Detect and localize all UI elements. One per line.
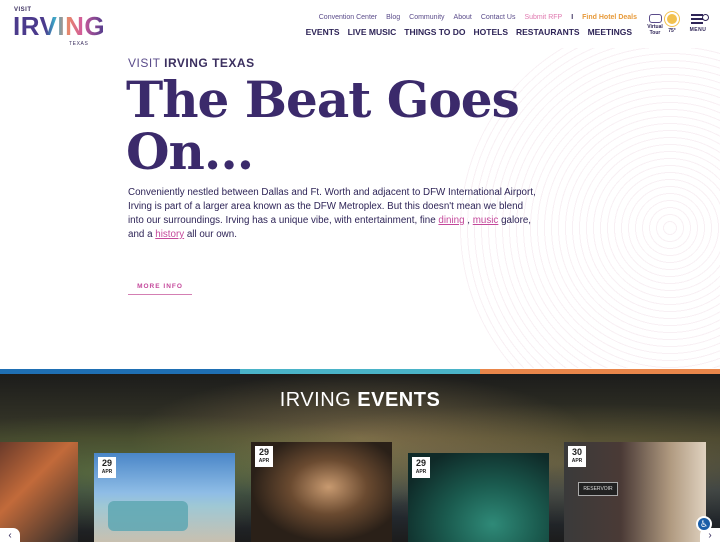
main-nav-live-music[interactable]: LIVE MUSIC xyxy=(348,27,397,37)
event-date-badge: 29 APR xyxy=(255,446,273,467)
event-date-badge: 29 APR xyxy=(98,457,116,478)
event-month: APR xyxy=(415,469,427,475)
reservoir-sign: RESERVOIR xyxy=(578,482,618,496)
event-day: 29 xyxy=(415,458,426,468)
site-header: VISIT IRVING TEXAS Convention Center Blo… xyxy=(0,0,720,48)
link-dining[interactable]: dining xyxy=(438,215,464,226)
event-card[interactable] xyxy=(0,442,78,542)
event-month: APR xyxy=(258,458,270,464)
stripe-orange xyxy=(480,369,720,374)
main-nav-hotels[interactable]: HOTELS xyxy=(474,27,508,37)
logo-irving: IRVING xyxy=(13,11,106,41)
nav-separator: I xyxy=(571,14,574,21)
nav-about[interactable]: About xyxy=(454,14,472,21)
main-nav-meetings[interactable]: MEETINGS xyxy=(588,27,632,37)
menu-label: MENU xyxy=(689,27,707,33)
more-info-button[interactable]: MORE INFO xyxy=(128,278,192,295)
accessibility-icon[interactable]: ♿ xyxy=(696,516,712,532)
nav-find-hotel-deals[interactable]: Find Hotel Deals xyxy=(582,14,637,21)
main-nav: EVENTS LIVE MUSIC THINGS TO DO HOTELS RE… xyxy=(306,27,632,37)
event-month: APR xyxy=(101,469,113,475)
main-nav-restaurants[interactable]: RESTAURANTS xyxy=(516,27,580,37)
menu-search-icon xyxy=(690,14,709,24)
temperature: 75° xyxy=(668,28,676,34)
main-nav-things-to-do[interactable]: THINGS TO DO xyxy=(404,27,465,37)
visit-irving-logo[interactable]: VISIT IRVING TEXAS xyxy=(13,7,105,47)
utility-nav: Convention Center Blog Community About C… xyxy=(319,14,637,21)
link-music[interactable]: music xyxy=(473,215,499,226)
event-card[interactable]: RESERVOIR 30 APR xyxy=(564,442,706,542)
event-month: APR xyxy=(571,458,583,464)
hero-section: VISIT IRVING TEXAS The Beat Goes On... C… xyxy=(0,48,720,368)
weather-widget: 75° xyxy=(665,14,679,34)
events-title-bold: EVENTS xyxy=(357,389,441,411)
event-day: 29 xyxy=(258,447,269,457)
nav-submit-rfp[interactable]: Submit RFP xyxy=(524,14,562,21)
events-title-light: IRVING xyxy=(279,389,358,411)
sun-icon xyxy=(667,14,677,24)
nav-contact-us[interactable]: Contact Us xyxy=(481,14,516,21)
event-card[interactable]: 29 APR xyxy=(94,453,235,542)
nav-community[interactable]: Community xyxy=(409,14,444,21)
eyebrow-light: VISIT xyxy=(128,56,165,70)
hero-headline: The Beat Goes On... xyxy=(126,70,520,181)
nav-blog[interactable]: Blog xyxy=(386,14,400,21)
link-history[interactable]: history xyxy=(155,229,184,240)
stripe-teal xyxy=(240,369,480,374)
eyebrow-bold: IRVING TEXAS xyxy=(164,56,255,70)
events-title: IRVING EVENTS xyxy=(0,389,720,412)
menu-button[interactable]: MENU xyxy=(686,14,710,33)
event-image xyxy=(108,501,188,531)
event-day: 30 xyxy=(571,447,582,457)
event-card[interactable]: 29 APR xyxy=(408,453,549,542)
event-date-badge: 29 APR xyxy=(412,457,430,478)
nav-convention-center[interactable]: Convention Center xyxy=(319,14,377,21)
hero-intro: Conveniently nestled between Dallas and … xyxy=(128,186,538,242)
logo-texas: TEXAS xyxy=(69,41,89,47)
hero-eyebrow: VISIT IRVING TEXAS xyxy=(128,56,255,70)
stripe-blue xyxy=(0,369,240,374)
carousel-prev-icon[interactable]: ‹ xyxy=(0,528,20,542)
intro-ending: all our own. xyxy=(184,229,237,240)
intro-comma: , xyxy=(464,215,473,226)
event-card[interactable]: 29 APR xyxy=(251,442,392,542)
color-stripe xyxy=(0,369,720,374)
event-day: 29 xyxy=(101,458,112,468)
virtual-tour-label: Virtual Tour xyxy=(647,24,663,36)
vr-headset-icon xyxy=(648,14,662,23)
events-section: IRVING EVENTS 29 APR 29 APR 29 APR RESERVOI… xyxy=(0,369,720,542)
event-date-badge: 30 APR xyxy=(568,446,586,467)
main-nav-events[interactable]: EVENTS xyxy=(306,27,340,37)
virtual-tour-button[interactable]: Virtual Tour xyxy=(644,14,666,36)
